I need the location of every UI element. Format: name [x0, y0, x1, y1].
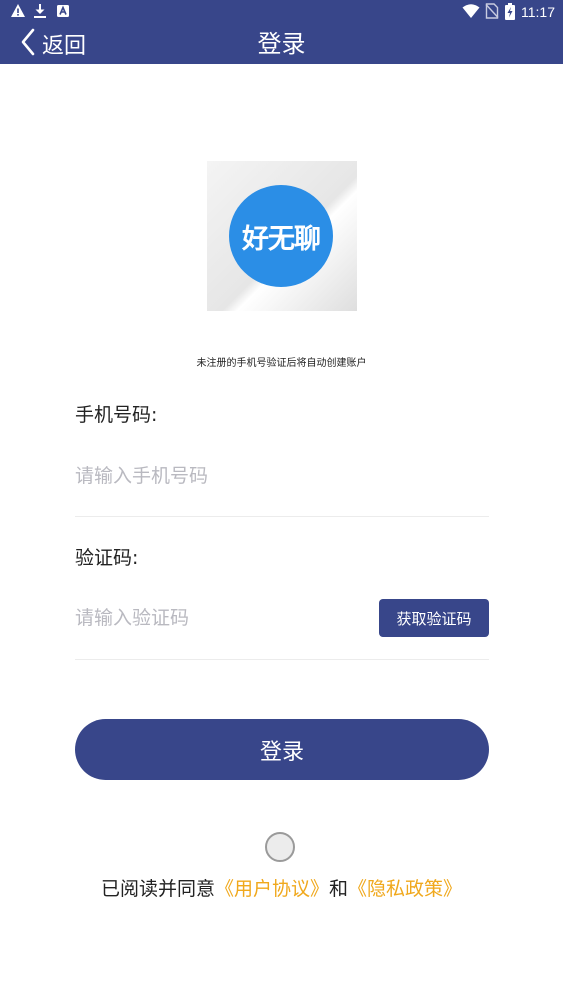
user-agreement-link[interactable]: 《用户协议》	[215, 878, 329, 900]
app-logo: 好无聊	[207, 161, 357, 311]
login-button[interactable]: 登录	[75, 719, 489, 780]
app-header: 11:17 返回 登录	[0, 0, 563, 64]
code-input[interactable]	[75, 602, 365, 634]
status-bar: 11:17	[0, 0, 563, 24]
battery-charging-icon	[505, 3, 515, 21]
logo-text: 好无聊	[242, 223, 321, 255]
registration-hint: 未注册的手机号验证后将自动创建账户	[196, 358, 367, 369]
download-icon	[33, 3, 47, 21]
agreement-conjunction: 和	[329, 878, 349, 900]
status-time: 11:17	[521, 4, 555, 20]
code-label: 验证码:	[75, 547, 139, 569]
phone-divider	[75, 516, 489, 517]
get-code-button[interactable]: 获取验证码	[379, 599, 489, 637]
code-divider	[75, 659, 489, 660]
agreement-text: 已阅读并同意《用户协议》和《隐私政策》	[0, 874, 563, 904]
app-notification-icon	[56, 3, 70, 21]
agreement-checkbox[interactable]	[265, 832, 295, 862]
agreement-prefix: 已阅读并同意	[100, 878, 215, 900]
wifi-icon	[462, 3, 480, 21]
phone-label: 手机号码:	[75, 404, 158, 426]
no-sim-icon	[485, 3, 499, 21]
phone-input[interactable]	[75, 460, 475, 492]
warning-icon	[10, 3, 26, 21]
logo-circle: 好无聊	[229, 185, 333, 287]
page-title: 登录	[257, 30, 306, 58]
privacy-policy-link[interactable]: 《隐私政策》	[348, 878, 462, 900]
